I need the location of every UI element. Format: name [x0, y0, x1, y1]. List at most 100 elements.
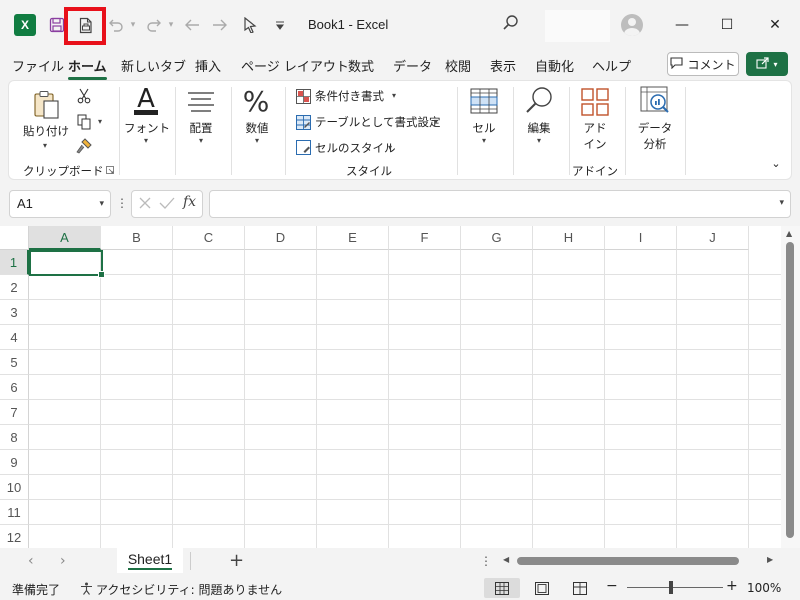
copy-icon[interactable] — [75, 113, 93, 131]
paste-label[interactable]: 貼り付け — [23, 123, 69, 139]
avatar-icon[interactable] — [621, 14, 643, 36]
ribbon-expand-icon[interactable]: ⌄ — [769, 157, 783, 170]
alignment-label[interactable]: 配置 — [181, 120, 221, 136]
row-header[interactable]: 7 — [0, 400, 29, 425]
more-options-icon[interactable]: ⋮ — [116, 196, 128, 210]
tab-insert[interactable]: 挿入 — [195, 56, 221, 75]
cell-styles-label[interactable]: セルのスタイル — [315, 140, 396, 156]
add-sheet-icon[interactable]: + — [229, 550, 244, 571]
formula-input[interactable]: ▾ — [209, 190, 791, 218]
sheet-next-icon[interactable]: › — [60, 553, 66, 569]
forward-arrow-icon[interactable] — [210, 13, 230, 37]
paste-icon[interactable] — [32, 89, 62, 121]
select-all-corner[interactable] — [0, 226, 29, 250]
comment-button[interactable]: コメント — [667, 52, 739, 76]
row-header[interactable]: 8 — [0, 425, 29, 450]
row-header[interactable]: 3 — [0, 300, 29, 325]
column-header[interactable]: A — [29, 226, 101, 250]
format-as-table-icon[interactable] — [295, 114, 311, 130]
tab-help[interactable]: ヘルプ — [592, 56, 631, 75]
zoom-out-icon[interactable]: − — [606, 578, 618, 594]
tab-page-layout[interactable]: ページ レイアウト — [241, 56, 349, 75]
undo-icon[interactable] — [106, 13, 126, 37]
vertical-scrollbar[interactable]: ▲ — [781, 226, 800, 548]
alignment-dropdown-icon[interactable]: ▾ — [195, 136, 207, 145]
page-layout-view-button[interactable] — [524, 578, 560, 598]
scroll-up-icon[interactable]: ▲ — [786, 229, 792, 238]
customize-toolbar-icon[interactable] — [270, 13, 290, 37]
vertical-scroll-thumb[interactable] — [786, 242, 794, 538]
format-as-table-label[interactable]: テーブルとして書式設定 — [315, 114, 440, 130]
redo-icon[interactable] — [144, 13, 164, 37]
alignment-icon[interactable] — [186, 89, 216, 115]
column-header[interactable]: J — [677, 226, 749, 250]
redo-dropdown-icon[interactable]: ▾ — [166, 13, 176, 37]
undo-dropdown-icon[interactable]: ▾ — [128, 13, 138, 37]
addins-label-line2[interactable]: イン — [575, 136, 615, 152]
column-header[interactable]: F — [389, 226, 461, 250]
column-header[interactable]: E — [317, 226, 389, 250]
number-label[interactable]: 数値 — [237, 120, 277, 136]
row-header[interactable]: 11 — [0, 500, 29, 525]
number-dropdown-icon[interactable]: ▾ — [251, 136, 263, 145]
row-header[interactable]: 5 — [0, 350, 29, 375]
page-break-view-button[interactable] — [562, 578, 598, 598]
back-arrow-icon[interactable] — [182, 13, 202, 37]
row-header[interactable]: 9 — [0, 450, 29, 475]
tab-formulas[interactable]: 数式 — [348, 56, 374, 75]
column-header[interactable]: C — [173, 226, 245, 250]
addins-icon[interactable] — [580, 87, 610, 117]
find-icon[interactable] — [523, 85, 555, 117]
row-header[interactable]: 1 — [0, 250, 29, 275]
horizontal-scroll-thumb[interactable] — [517, 557, 739, 565]
name-box[interactable]: A1 ▾ — [9, 190, 111, 218]
zoom-level[interactable]: 100% — [747, 581, 781, 595]
cell-styles-dropdown-icon[interactable]: ▾ — [385, 143, 395, 152]
row-header[interactable]: 10 — [0, 475, 29, 500]
formula-expand-icon[interactable]: ▾ — [779, 198, 784, 208]
tab-split-handle-icon[interactable]: ⋮ — [480, 554, 492, 568]
row-header[interactable]: 2 — [0, 275, 29, 300]
data-analysis-label-line2[interactable]: 分析 — [633, 136, 677, 152]
conditional-format-label[interactable]: 条件付き書式 — [315, 88, 384, 104]
active-cell[interactable] — [29, 250, 105, 278]
data-analysis-icon[interactable] — [639, 85, 671, 117]
sheet-tab[interactable]: Sheet1 — [117, 548, 183, 573]
scroll-right-icon[interactable]: ▶ — [767, 555, 773, 564]
minimize-button[interactable]: — — [662, 10, 702, 40]
column-header[interactable]: D — [245, 226, 317, 250]
row-header[interactable]: 4 — [0, 325, 29, 350]
column-header[interactable]: G — [461, 226, 533, 250]
row-header[interactable]: 6 — [0, 375, 29, 400]
font-icon[interactable]: A — [131, 85, 161, 117]
column-header[interactable]: B — [101, 226, 173, 250]
editing-label[interactable]: 編集 — [519, 120, 559, 136]
format-as-table-dropdown-icon[interactable]: ▾ — [431, 117, 441, 126]
cut-icon[interactable] — [75, 87, 93, 105]
normal-view-button[interactable] — [484, 578, 520, 598]
tab-home[interactable]: ホーム — [68, 56, 107, 80]
zoom-slider[interactable] — [627, 587, 723, 588]
scroll-left-icon[interactable]: ◀ — [503, 555, 509, 564]
zoom-in-icon[interactable]: + — [726, 578, 738, 594]
sheet-prev-icon[interactable]: ‹ — [28, 553, 34, 569]
tab-new[interactable]: 新しいタブ — [121, 56, 186, 75]
percent-icon[interactable]: % — [241, 84, 271, 118]
close-button[interactable]: ✕ — [755, 10, 795, 40]
tab-file[interactable]: ファイル — [12, 56, 64, 75]
print-preview-icon[interactable] — [76, 13, 96, 37]
addins-label-line1[interactable]: アド — [575, 120, 615, 136]
cells-icon[interactable] — [469, 87, 499, 115]
format-painter-icon[interactable] — [75, 137, 93, 155]
cells-label[interactable]: セル — [464, 120, 504, 136]
conditional-format-dropdown-icon[interactable]: ▾ — [389, 91, 399, 100]
name-box-dropdown-icon[interactable]: ▾ — [99, 198, 104, 209]
cells-dropdown-icon[interactable]: ▾ — [478, 136, 490, 145]
search-icon[interactable] — [502, 14, 524, 36]
clipboard-launcher-icon[interactable] — [105, 165, 115, 175]
tab-view[interactable]: 表示 — [490, 56, 516, 75]
enter-icon[interactable] — [159, 196, 175, 213]
maximize-button[interactable]: ☐ — [707, 10, 747, 40]
font-label[interactable]: フォント — [124, 120, 170, 136]
insert-function-icon[interactable]: fx — [183, 194, 196, 210]
